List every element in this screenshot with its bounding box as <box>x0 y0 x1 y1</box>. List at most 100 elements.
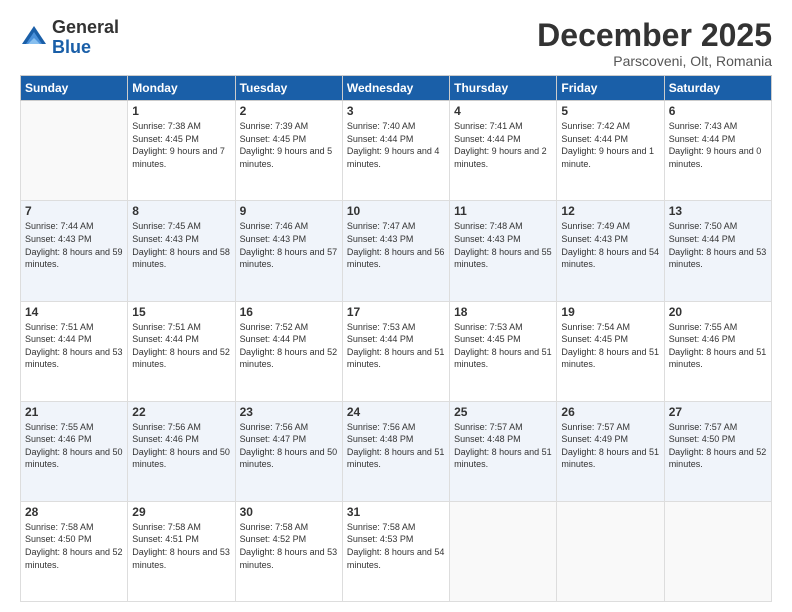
location: Parscoveni, Olt, Romania <box>537 53 772 69</box>
day-number: 4 <box>454 104 552 118</box>
table-row: 5 Sunrise: 7:42 AMSunset: 4:44 PMDaylight… <box>557 101 664 201</box>
table-row: 20Sunrise: 7:55 AMSunset: 4:46 PMDayligh… <box>664 301 771 401</box>
col-tuesday: Tuesday <box>235 76 342 101</box>
day-info: Sunrise: 7:44 AMSunset: 4:43 PMDaylight:… <box>25 220 123 270</box>
day-number: 15 <box>132 305 230 319</box>
table-row: 15 Sunrise: 7:51 AMSunset: 4:44 PMDayligh… <box>128 301 235 401</box>
day-number: 9 <box>240 204 338 218</box>
day-info: Sunrise: 7:52 AMSunset: 4:44 PMDaylight:… <box>240 321 338 371</box>
day-number: 30 <box>240 505 338 519</box>
day-info: Sunrise: 7:58 AMSunset: 4:50 PMDaylight:… <box>25 521 123 571</box>
table-row: 26 Sunrise: 7:57 AMSunset: 4:49 PMDayligh… <box>557 401 664 501</box>
day-info: Sunrise: 7:45 AMSunset: 4:43 PMDaylight:… <box>132 220 230 270</box>
day-info: Sunrise: 7:53 AMSunset: 4:45 PMDaylight:… <box>454 321 552 371</box>
day-info: Sunrise: 7:55 AMSunset: 4:46 PMDaylight:… <box>25 421 123 471</box>
table-row: 29 Sunrise: 7:58 AMSunset: 4:51 PMDayligh… <box>128 501 235 601</box>
table-row: 30 Sunrise: 7:58 AMSunset: 4:52 PMDayligh… <box>235 501 342 601</box>
day-info: Sunrise: 7:58 AMSunset: 4:51 PMDaylight:… <box>132 521 230 571</box>
table-row: 18 Sunrise: 7:53 AMSunset: 4:45 PMDayligh… <box>450 301 557 401</box>
day-number: 19 <box>561 305 659 319</box>
day-number: 5 <box>561 104 659 118</box>
table-row: 19Sunrise: 7:54 AMSunset: 4:45 PMDayligh… <box>557 301 664 401</box>
calendar-week-row: 14Sunrise: 7:51 AMSunset: 4:44 PMDayligh… <box>21 301 772 401</box>
day-info: Sunrise: 7:41 AMSunset: 4:44 PMDaylight:… <box>454 120 552 170</box>
day-number: 18 <box>454 305 552 319</box>
day-info: Sunrise: 7:42 AMSunset: 4:44 PMDaylight:… <box>561 120 659 170</box>
day-number: 8 <box>132 204 230 218</box>
day-number: 21 <box>25 405 123 419</box>
day-info: Sunrise: 7:50 AMSunset: 4:44 PMDaylight:… <box>669 220 767 270</box>
day-info: Sunrise: 7:53 AMSunset: 4:44 PMDaylight:… <box>347 321 445 371</box>
day-number: 10 <box>347 204 445 218</box>
day-number: 3 <box>347 104 445 118</box>
logo-text: General Blue <box>52 18 119 58</box>
table-row: 24 Sunrise: 7:56 AMSunset: 4:48 PMDayligh… <box>342 401 449 501</box>
table-row: 31 Sunrise: 7:58 AMSunset: 4:53 PMDayligh… <box>342 501 449 601</box>
table-row: 3 Sunrise: 7:40 AMSunset: 4:44 PMDaylight… <box>342 101 449 201</box>
day-number: 7 <box>25 204 123 218</box>
col-monday: Monday <box>128 76 235 101</box>
day-number: 24 <box>347 405 445 419</box>
table-row: 14Sunrise: 7:51 AMSunset: 4:44 PMDayligh… <box>21 301 128 401</box>
table-row: 11Sunrise: 7:48 AMSunset: 4:43 PMDayligh… <box>450 201 557 301</box>
day-info: Sunrise: 7:57 AMSunset: 4:49 PMDaylight:… <box>561 421 659 471</box>
day-number: 12 <box>561 204 659 218</box>
table-row: 22 Sunrise: 7:56 AMSunset: 4:46 PMDayligh… <box>128 401 235 501</box>
title-block: December 2025 Parscoveni, Olt, Romania <box>537 18 772 69</box>
day-number: 11 <box>454 204 552 218</box>
day-info: Sunrise: 7:57 AMSunset: 4:50 PMDaylight:… <box>669 421 767 471</box>
table-row: 9 Sunrise: 7:46 AMSunset: 4:43 PMDaylight… <box>235 201 342 301</box>
col-wednesday: Wednesday <box>342 76 449 101</box>
table-row: 28 Sunrise: 7:58 AMSunset: 4:50 PMDayligh… <box>21 501 128 601</box>
table-row <box>557 501 664 601</box>
day-info: Sunrise: 7:40 AMSunset: 4:44 PMDaylight:… <box>347 120 445 170</box>
table-row: 8 Sunrise: 7:45 AMSunset: 4:43 PMDaylight… <box>128 201 235 301</box>
day-info: Sunrise: 7:56 AMSunset: 4:47 PMDaylight:… <box>240 421 338 471</box>
day-info: Sunrise: 7:56 AMSunset: 4:46 PMDaylight:… <box>132 421 230 471</box>
day-number: 1 <box>132 104 230 118</box>
col-thursday: Thursday <box>450 76 557 101</box>
day-number: 31 <box>347 505 445 519</box>
table-row: 4 Sunrise: 7:41 AMSunset: 4:44 PMDaylight… <box>450 101 557 201</box>
month-title: December 2025 <box>537 18 772 53</box>
day-number: 22 <box>132 405 230 419</box>
calendar: Sunday Monday Tuesday Wednesday Thursday… <box>20 75 772 602</box>
col-saturday: Saturday <box>664 76 771 101</box>
day-number: 26 <box>561 405 659 419</box>
day-info: Sunrise: 7:58 AMSunset: 4:52 PMDaylight:… <box>240 521 338 571</box>
table-row: 25 Sunrise: 7:57 AMSunset: 4:48 PMDayligh… <box>450 401 557 501</box>
day-number: 2 <box>240 104 338 118</box>
table-row: 2 Sunrise: 7:39 AMSunset: 4:45 PMDaylight… <box>235 101 342 201</box>
table-row: 21 Sunrise: 7:55 AMSunset: 4:46 PMDayligh… <box>21 401 128 501</box>
header: General Blue December 2025 Parscoveni, O… <box>20 18 772 69</box>
calendar-week-row: 7 Sunrise: 7:44 AMSunset: 4:43 PMDaylight… <box>21 201 772 301</box>
day-number: 28 <box>25 505 123 519</box>
calendar-header-row: Sunday Monday Tuesday Wednesday Thursday… <box>21 76 772 101</box>
day-info: Sunrise: 7:49 AMSunset: 4:43 PMDaylight:… <box>561 220 659 270</box>
day-info: Sunrise: 7:38 AMSunset: 4:45 PMDaylight:… <box>132 120 230 170</box>
col-friday: Friday <box>557 76 664 101</box>
logo-line1: General <box>52 18 119 38</box>
day-info: Sunrise: 7:39 AMSunset: 4:45 PMDaylight:… <box>240 120 338 170</box>
day-number: 29 <box>132 505 230 519</box>
calendar-week-row: 1 Sunrise: 7:38 AMSunset: 4:45 PMDaylight… <box>21 101 772 201</box>
day-info: Sunrise: 7:57 AMSunset: 4:48 PMDaylight:… <box>454 421 552 471</box>
day-info: Sunrise: 7:43 AMSunset: 4:44 PMDaylight:… <box>669 120 767 170</box>
col-sunday: Sunday <box>21 76 128 101</box>
day-number: 13 <box>669 204 767 218</box>
logo-icon <box>20 24 48 52</box>
day-info: Sunrise: 7:51 AMSunset: 4:44 PMDaylight:… <box>25 321 123 371</box>
day-info: Sunrise: 7:51 AMSunset: 4:44 PMDaylight:… <box>132 321 230 371</box>
day-info: Sunrise: 7:46 AMSunset: 4:43 PMDaylight:… <box>240 220 338 270</box>
calendar-week-row: 21 Sunrise: 7:55 AMSunset: 4:46 PMDayligh… <box>21 401 772 501</box>
table-row: 6Sunrise: 7:43 AMSunset: 4:44 PMDaylight… <box>664 101 771 201</box>
day-number: 25 <box>454 405 552 419</box>
table-row: 10Sunrise: 7:47 AMSunset: 4:43 PMDayligh… <box>342 201 449 301</box>
day-number: 20 <box>669 305 767 319</box>
table-row: 12 Sunrise: 7:49 AMSunset: 4:43 PMDayligh… <box>557 201 664 301</box>
table-row: 13 Sunrise: 7:50 AMSunset: 4:44 PMDayligh… <box>664 201 771 301</box>
day-info: Sunrise: 7:56 AMSunset: 4:48 PMDaylight:… <box>347 421 445 471</box>
day-number: 27 <box>669 405 767 419</box>
page: General Blue December 2025 Parscoveni, O… <box>0 0 792 612</box>
day-info: Sunrise: 7:58 AMSunset: 4:53 PMDaylight:… <box>347 521 445 571</box>
